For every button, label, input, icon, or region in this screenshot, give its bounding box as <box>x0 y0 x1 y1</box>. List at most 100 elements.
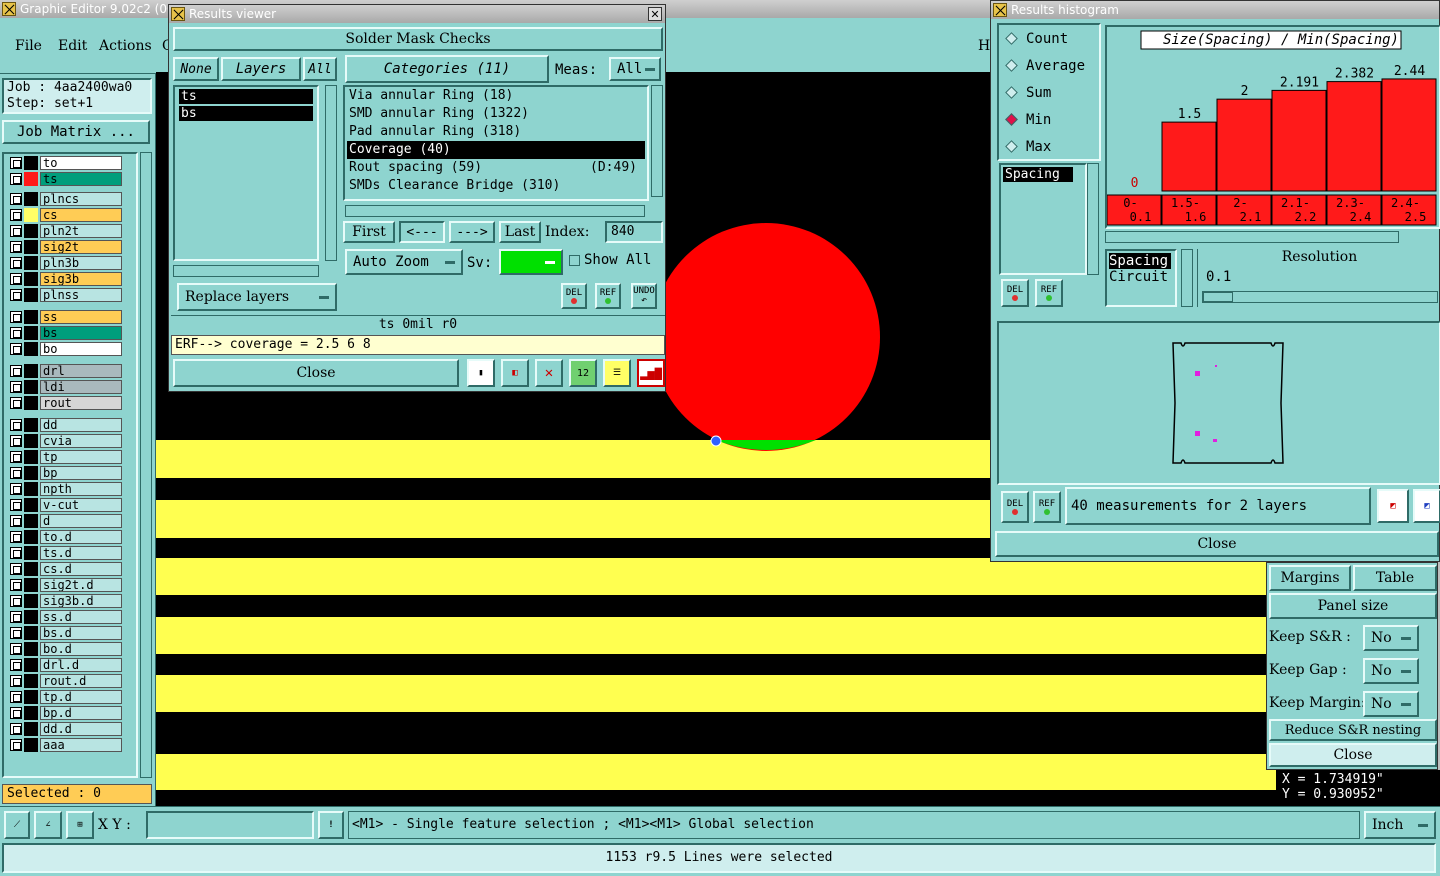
layer-row-rout.d[interactable]: rout.d <box>10 674 122 688</box>
layer-name[interactable]: sig3b.d <box>40 594 122 608</box>
menu-edit[interactable]: Edit <box>58 38 87 54</box>
category-item[interactable]: SMD annular Ring (1322) <box>347 105 645 123</box>
layer-checkbox[interactable] <box>10 451 22 463</box>
layer-color-swatch[interactable] <box>24 466 38 480</box>
layer-name[interactable]: bp.d <box>40 706 122 720</box>
layer-checkbox[interactable] <box>10 611 22 623</box>
layer-color-swatch[interactable] <box>24 172 38 186</box>
measure-icon[interactable]: ∠ <box>34 811 62 839</box>
layer-checkbox[interactable] <box>10 707 22 719</box>
layer-name[interactable]: pln3b <box>40 256 122 270</box>
layer-row-dd[interactable]: dd <box>10 418 122 432</box>
layers-hscrollbar[interactable] <box>173 265 319 277</box>
resolution-slider[interactable] <box>1202 291 1438 303</box>
layer-checkbox[interactable] <box>10 675 22 687</box>
layer-checkbox[interactable] <box>10 563 22 575</box>
layer-row-tp[interactable]: tp <box>10 450 122 464</box>
index-input[interactable]: 840 <box>605 221 663 243</box>
layer-name[interactable]: to.d <box>40 530 122 544</box>
layer-row-ts[interactable]: ts <box>10 172 122 186</box>
job-matrix-button[interactable]: Job Matrix ... <box>2 120 150 144</box>
measure-list-item[interactable]: Spacing <box>1003 167 1073 182</box>
layer-checkbox[interactable] <box>10 483 22 495</box>
layers-scrollbar[interactable] <box>325 85 337 261</box>
layer-checkbox[interactable] <box>10 193 22 205</box>
histogram-bar[interactable] <box>1216 98 1272 192</box>
layer-row-plnss[interactable]: plnss <box>10 288 122 302</box>
preview-del-button[interactable]: DEL <box>1001 491 1029 523</box>
layer-row-cvia[interactable]: cvia <box>10 434 122 448</box>
layer-row-rout[interactable]: rout <box>10 396 122 410</box>
layer-color-swatch[interactable] <box>24 530 38 544</box>
layer-name[interactable]: ss.d <box>40 610 122 624</box>
layer-name[interactable]: ss <box>40 310 122 324</box>
layer-color-swatch[interactable] <box>24 272 38 286</box>
sv-color-dropdown[interactable] <box>499 249 563 275</box>
auto-zoom-dropdown[interactable]: Auto Zoom <box>345 249 463 275</box>
layer-name[interactable]: bp <box>40 466 122 480</box>
category-item[interactable]: Coverage (40) <box>347 141 645 159</box>
layer-name[interactable]: ts.d <box>40 546 122 560</box>
layer-name[interactable]: to <box>40 156 122 170</box>
category-item[interactable]: Rout spacing (59) (D:49) <box>347 159 645 177</box>
table-button[interactable]: Table <box>1353 565 1437 591</box>
layer-checkbox[interactable] <box>10 225 22 237</box>
layer-color-swatch[interactable] <box>24 418 38 432</box>
layer-name[interactable]: ldi <box>40 380 122 394</box>
layer-color-swatch[interactable] <box>24 342 38 356</box>
layer-name[interactable]: dd.d <box>40 722 122 736</box>
layer-row-ss.d[interactable]: ss.d <box>10 610 122 624</box>
histogram-close-button[interactable]: Close <box>995 531 1439 557</box>
grid-icon[interactable]: ⊞ <box>66 811 94 839</box>
layer-color-swatch[interactable] <box>24 256 38 270</box>
layer-row-npth[interactable]: npth <box>10 482 122 496</box>
layer-row-sig3b[interactable]: sig3b <box>10 272 122 286</box>
layer-checkbox[interactable] <box>10 311 22 323</box>
layer-row-dd.d[interactable]: dd.d <box>10 722 122 736</box>
layer-checkbox[interactable] <box>10 381 22 393</box>
layer-color-swatch[interactable] <box>24 562 38 576</box>
layer-checkbox[interactable] <box>10 157 22 169</box>
layer-color-swatch[interactable] <box>24 380 38 394</box>
layer-checkbox[interactable] <box>10 499 22 511</box>
keep-sr-dropdown[interactable]: No <box>1363 625 1419 651</box>
layer-name[interactable]: plncs <box>40 192 122 206</box>
show-all-checkbox[interactable] <box>569 255 580 266</box>
categories-hscrollbar[interactable] <box>345 205 645 217</box>
close-icon[interactable]: ✕ <box>648 7 662 21</box>
measurement-marker[interactable] <box>710 435 722 447</box>
layer-name[interactable]: tp.d <box>40 690 122 704</box>
layer-checkbox[interactable] <box>10 273 22 285</box>
all-button[interactable]: All <box>303 57 337 81</box>
layer-list-item[interactable]: ts <box>179 89 313 104</box>
layer-name[interactable]: tp <box>40 450 122 464</box>
preview-ref-button[interactable]: REF <box>1033 491 1061 523</box>
del-button[interactable]: DEL <box>561 283 587 309</box>
layer-checkbox[interactable] <box>10 173 22 185</box>
layer-row-plncs[interactable]: plncs <box>10 192 122 206</box>
layer-checkbox[interactable] <box>10 643 22 655</box>
radio-diamond-icon[interactable] <box>1005 140 1018 153</box>
layer-row-bp.d[interactable]: bp.d <box>10 706 122 720</box>
last-button[interactable]: Last <box>499 221 541 243</box>
stats-icon[interactable]: ▮ <box>467 359 495 387</box>
histogram-bar[interactable] <box>1271 89 1327 192</box>
layer-color-swatch[interactable] <box>24 626 38 640</box>
layer-checkbox[interactable] <box>10 723 22 735</box>
layer-name[interactable]: npth <box>40 482 122 496</box>
layer-checkbox[interactable] <box>10 343 22 355</box>
layer-color-swatch[interactable] <box>24 578 38 592</box>
layer-row-bs[interactable]: bs <box>10 326 122 340</box>
layer-checkbox[interactable] <box>10 739 22 751</box>
layer-row-bp[interactable]: bp <box>10 466 122 480</box>
layer-row-sig3b.d[interactable]: sig3b.d <box>10 594 122 608</box>
clear-icon[interactable]: ✕ <box>535 359 563 387</box>
menu-actions[interactable]: Actions <box>99 38 152 54</box>
category-item[interactable]: Via annular Ring (18) <box>347 87 645 105</box>
layer-row-ts.d[interactable]: ts.d <box>10 546 122 560</box>
results-close-button[interactable]: Close <box>173 359 459 387</box>
layer-checkbox[interactable] <box>10 209 22 221</box>
layer-row-aaa[interactable]: aaa <box>10 738 122 752</box>
layer-color-swatch[interactable] <box>24 498 38 512</box>
layer-name[interactable]: bs.d <box>40 626 122 640</box>
